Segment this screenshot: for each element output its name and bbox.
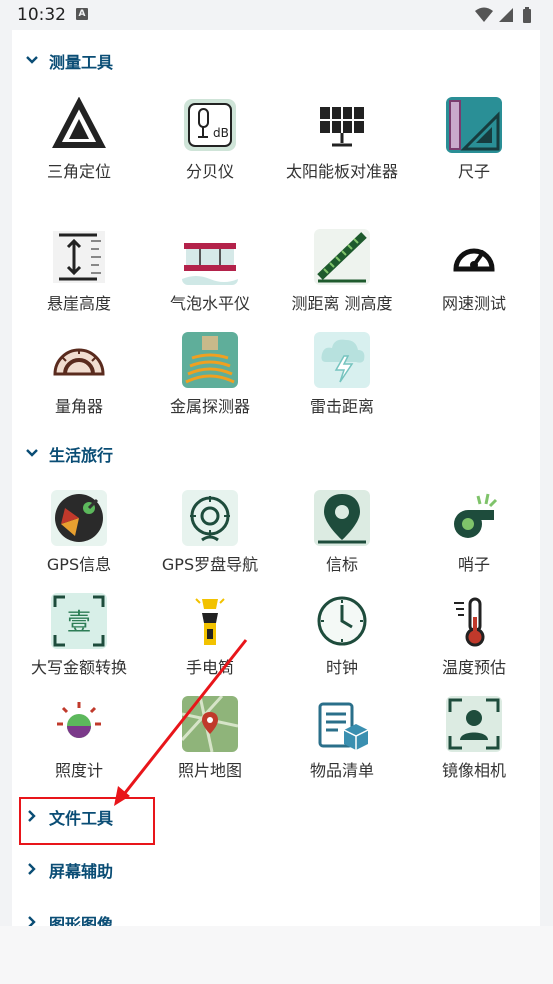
distance-height-icon [314, 229, 370, 285]
battery-icon [523, 7, 531, 23]
solar-panel-icon [314, 97, 370, 153]
protractor-icon [51, 332, 107, 388]
tool-bubble-level[interactable]: 气泡水平仪 [144, 229, 276, 315]
tool-label: GPS信息 [46, 555, 112, 574]
tool-label: 温度预估 [441, 658, 506, 677]
whistle-icon [446, 490, 502, 546]
tool-label: 照片地图 [177, 761, 242, 780]
tool-label: 照度计 [54, 761, 103, 780]
tool-flashlight[interactable]: 手电筒 [144, 593, 276, 679]
svg-text:壹: 壹 [67, 608, 91, 636]
compass-icon [182, 490, 238, 546]
currency-convert-icon: 壹 [51, 593, 107, 649]
tool-label: 尺子 [457, 162, 490, 181]
tool-cliff-height[interactable]: 悬崖高度 [13, 229, 145, 315]
tool-label: 时钟 [325, 658, 358, 677]
tool-label: 网速测试 [441, 294, 506, 313]
tool-label: 镜像相机 [441, 761, 506, 780]
tool-label: GPS罗盘导航 [161, 555, 259, 574]
tool-label: 哨子 [457, 555, 490, 574]
tool-light-meter[interactable]: 照度计 [13, 696, 145, 782]
tool-label: 分贝仪 [185, 162, 234, 181]
section-title: 测量工具 [49, 53, 114, 72]
tool-label: 金属探测器 [169, 397, 250, 416]
chevron-right-icon [28, 863, 36, 875]
tool-speed-test[interactable]: 网速测试 [408, 229, 540, 315]
gps-satellite-icon [51, 490, 107, 546]
flashlight-icon [182, 593, 238, 649]
tool-gps-info[interactable]: GPS信息 [13, 490, 145, 576]
chevron-right-icon [28, 916, 36, 926]
chevron-down-icon [26, 56, 38, 64]
tool-label: 手电筒 [185, 658, 234, 677]
tool-solar-aligner[interactable]: 太阳能板对准器 [276, 97, 408, 183]
mirror-camera-icon [446, 696, 502, 752]
section-header-screen-assist[interactable]: 屏幕辅助 [12, 852, 532, 888]
annotation-highlight-box [19, 797, 155, 845]
signal-icon [499, 8, 513, 22]
tool-label: 雷击距离 [309, 397, 374, 416]
bubble-level-icon [182, 229, 238, 285]
tool-checklist[interactable]: 物品清单 [276, 696, 408, 782]
tool-clock[interactable]: 时钟 [276, 593, 408, 679]
tool-triangle-positioning[interactable]: 三角定位 [13, 97, 145, 183]
status-bar: 10:32 A [0, 0, 553, 30]
status-icons [473, 6, 537, 28]
lightning-icon [314, 332, 370, 388]
tool-amount-convert[interactable]: 壹 大写金额转换 [13, 593, 145, 679]
checklist-icon [314, 696, 370, 752]
section-header-graphics[interactable]: 图形图像 [12, 905, 532, 926]
cliff-height-icon [51, 229, 107, 285]
tool-label: 信标 [325, 555, 358, 574]
decibel-meter-icon: dB [182, 97, 238, 153]
section-title: 生活旅行 [49, 446, 114, 465]
svg-text:dB: dB [213, 126, 229, 140]
status-time: 10:32 [17, 5, 66, 25]
tool-photo-map[interactable]: 照片地图 [144, 696, 276, 782]
tool-label: 气泡水平仪 [169, 294, 250, 313]
ruler-icon [446, 97, 502, 153]
clock-icon [314, 593, 370, 649]
tool-label: 太阳能板对准器 [285, 162, 398, 181]
triangle-icon [51, 97, 107, 153]
notification-a-icon: A [76, 8, 88, 20]
section-title: 图形图像 [49, 915, 114, 926]
light-meter-icon [51, 696, 107, 752]
speedometer-icon [446, 229, 502, 285]
chevron-down-icon [26, 449, 38, 457]
tool-label: 三角定位 [46, 162, 111, 181]
tool-temperature[interactable]: 温度预估 [408, 593, 540, 679]
bottom-area [0, 926, 553, 984]
tool-distance-height[interactable]: 测距离 测高度 [276, 229, 408, 315]
tool-whistle[interactable]: 哨子 [408, 490, 540, 576]
tool-label: 量角器 [54, 397, 103, 416]
tool-label: 物品清单 [309, 761, 374, 780]
tool-beacon[interactable]: 信标 [276, 490, 408, 576]
section-header-measure[interactable]: 测量工具 [12, 43, 532, 79]
thermometer-icon [446, 593, 502, 649]
section-title: 屏幕辅助 [49, 862, 114, 881]
tool-protractor[interactable]: 量角器 [13, 332, 145, 418]
section-header-life-travel[interactable]: 生活旅行 [12, 436, 532, 472]
tool-decibel-meter[interactable]: dB 分贝仪 [144, 97, 276, 183]
tool-ruler[interactable]: 尺子 [408, 97, 540, 183]
photo-map-icon [182, 696, 238, 752]
tool-metal-detector[interactable]: 金属探测器 [144, 332, 276, 418]
tool-list-card: 测量工具 三角定位 dB 分贝仪 太阳能板对准器 尺子 悬崖高度 气泡水平仪 测… [12, 30, 540, 926]
tool-mirror-camera[interactable]: 镜像相机 [408, 696, 540, 782]
wifi-icon [475, 7, 493, 22]
tool-lightning-distance[interactable]: 雷击距离 [276, 332, 408, 418]
tool-label: 悬崖高度 [46, 294, 111, 313]
metal-detector-icon [182, 332, 238, 388]
tool-label: 大写金额转换 [30, 658, 127, 677]
tool-label: 测距离 测高度 [291, 294, 393, 313]
tool-gps-compass[interactable]: GPS罗盘导航 [144, 490, 276, 576]
map-pin-icon [314, 490, 370, 546]
